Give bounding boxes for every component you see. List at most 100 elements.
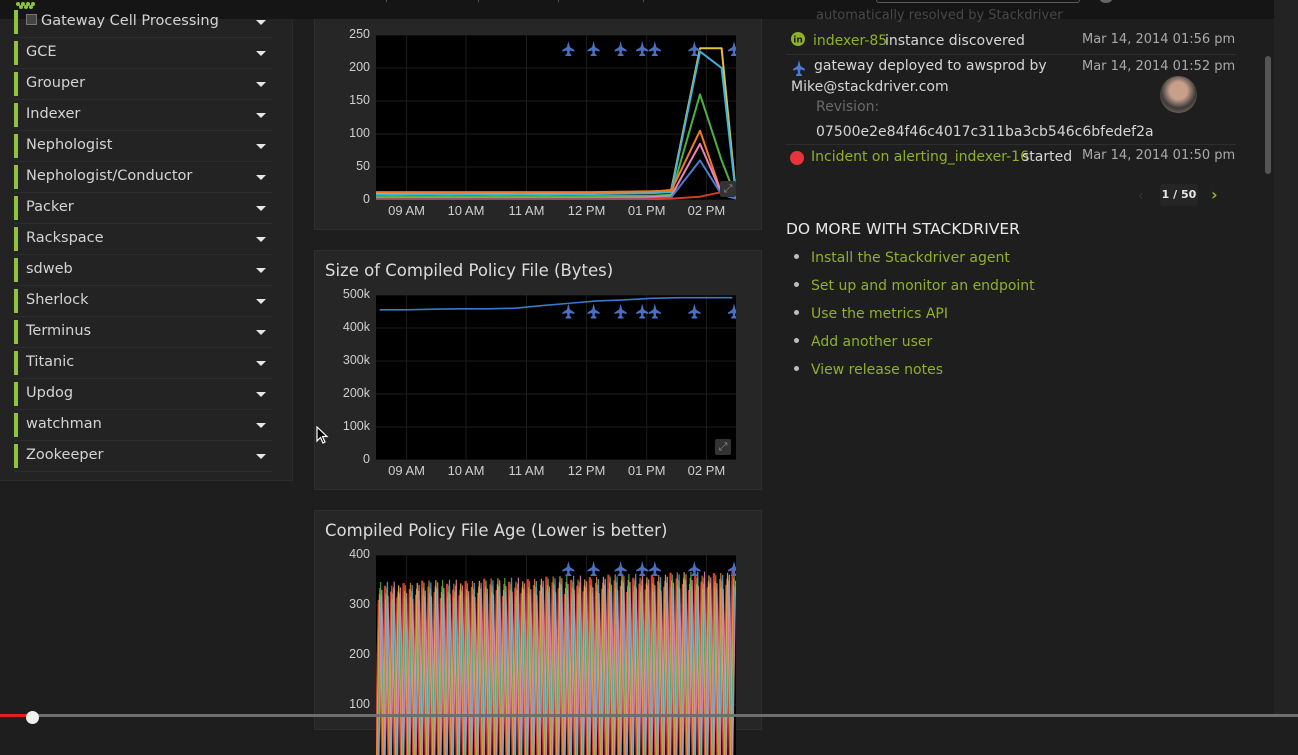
chart-plot-area[interactable] (376, 295, 736, 460)
chevron-down-icon[interactable] (256, 237, 266, 242)
y-axis-tick-label: 300 (349, 597, 370, 611)
x-axis-tick-label: 01 PM (627, 203, 666, 218)
group-status-bar (14, 165, 18, 189)
instance-link[interactable]: indexer-85 (813, 33, 887, 49)
deploy-marker-icon (648, 303, 661, 319)
chevron-down-icon[interactable] (256, 175, 266, 180)
y-axis-tick-label: 100 (349, 126, 370, 140)
chevron-down-icon[interactable] (256, 268, 266, 273)
group-label: Terminus (26, 323, 92, 339)
series-line-s5 (376, 142, 736, 200)
x-axis-tick-label: 01 PM (627, 463, 666, 478)
deploy-marker-icon (614, 561, 627, 576)
chart-plot-area[interactable] (376, 35, 736, 200)
sidebar-group-item[interactable]: Nephologist (14, 131, 272, 162)
sidebar-group-item[interactable]: GCE (14, 38, 272, 69)
expand-chart-icon[interactable]: ⤢ (715, 439, 731, 455)
user-avatar-icon[interactable] (1100, 0, 1112, 3)
x-axis-tick-label: 09 AM (388, 463, 426, 478)
deploy-marker-icon (562, 303, 575, 319)
revision-label: Revision: (816, 99, 880, 115)
group-status-bar (14, 134, 18, 158)
do-more-link[interactable]: Install the Stackdriver agent (794, 250, 1010, 266)
bullet-icon (794, 366, 799, 371)
do-more-link[interactable]: Use the metrics API (794, 306, 948, 322)
sidebar-group-item[interactable]: sdweb (14, 255, 272, 286)
chevron-down-icon[interactable] (256, 361, 266, 366)
y-axis-tick-label: 150 (349, 93, 370, 107)
group-label: Grouper (26, 75, 86, 91)
revision-hash: 07500e2e84f46c4017c311ba3cb546c6bfedef2a (816, 124, 1154, 140)
sidebar-group-item[interactable]: Nephologist/Conductor (14, 162, 272, 193)
sidebar-group-item[interactable]: Titanic (14, 348, 272, 379)
sidebar-group-item[interactable]: Grouper (14, 69, 272, 100)
chevron-down-icon[interactable] (256, 51, 266, 56)
chevron-down-icon[interactable] (256, 113, 266, 118)
chart-svg (376, 35, 736, 200)
event-timestamp: Mar 14, 2014 01:52 pm (1082, 59, 1236, 74)
do-more-link[interactable]: View release notes (794, 362, 943, 378)
deploy-marker-icon (587, 303, 600, 319)
deploy-marker-icon (688, 303, 701, 319)
pager-prev-button[interactable]: ‹ (1138, 188, 1144, 204)
y-axis-tick-label: 200 (349, 60, 370, 74)
sidebar-group-item[interactable]: Gateway Cell Processing (14, 7, 272, 38)
sidebar-group-item[interactable]: Updog (14, 379, 272, 410)
group-status-bar (14, 382, 18, 406)
chevron-down-icon[interactable] (256, 423, 266, 428)
y-axis-tick-label: 250 (349, 27, 370, 41)
chevron-down-icon[interactable] (256, 144, 266, 149)
series-line-s2 (376, 50, 736, 197)
group-label: Nephologist/Conductor (26, 168, 193, 184)
x-axis-tick-label: 09 AM (388, 203, 426, 218)
chart-panel-policy-size: Size of Compiled Policy File (Bytes) ⤢ 5… (314, 250, 762, 490)
event-timestamp: Mar 14, 2014 01:50 pm (1082, 148, 1236, 163)
sidebar-group-item[interactable]: watchman (14, 410, 272, 441)
chevron-down-icon[interactable] (256, 20, 266, 25)
do-more-link[interactable]: Add another user (794, 334, 932, 350)
instance-icon: in (791, 32, 805, 50)
event-scrollbar[interactable] (1265, 56, 1271, 174)
chart-plot-area[interactable] (376, 555, 736, 755)
y-axis-tick-label: 200k (342, 386, 370, 400)
x-axis-tick-label: 12 PM (567, 463, 606, 478)
deploy-marker-icon (614, 41, 627, 56)
pager-count: 1 / 50 (1160, 184, 1198, 206)
incident-link[interactable]: Incident on alerting_indexer-16 (811, 149, 1029, 165)
group-label: watchman (26, 416, 102, 432)
sidebar-group-item[interactable]: Indexer (14, 100, 272, 131)
y-axis-tick-label: 200 (349, 647, 370, 661)
group-status-bar (14, 10, 18, 34)
x-axis-tick-label: 12 PM (567, 203, 606, 218)
do-more-link[interactable]: Set up and monitor an endpoint (794, 278, 1035, 294)
chevron-down-icon[interactable] (256, 206, 266, 211)
x-axis-tick-label: 10 AM (447, 203, 485, 218)
sidebar-group-item[interactable]: Zookeeper (14, 441, 272, 472)
group-label: Sherlock (26, 292, 89, 308)
chevron-down-icon[interactable] (256, 330, 266, 335)
pager-next-button[interactable]: › (1211, 185, 1218, 204)
svg-text:in: in (793, 36, 803, 46)
sidebar-group-item[interactable]: Sherlock (14, 286, 272, 317)
chevron-down-icon[interactable] (256, 392, 266, 397)
sidebar-group-item[interactable]: Packer (14, 193, 272, 224)
nav-divider (643, 0, 644, 2)
sidebar-group-item[interactable]: Rackspace (14, 224, 272, 255)
user-avatar[interactable] (1160, 76, 1197, 113)
chevron-down-icon[interactable] (256, 454, 266, 459)
groups-sidebar: Gateway Cell Processing GCE Grouper Indexer… (0, 10, 293, 481)
sidebar-group-item[interactable]: Terminus (14, 317, 272, 348)
event-partial-text: automatically resolved by Stackdriver (816, 8, 1063, 23)
x-axis-tick-label: 11 AM (508, 203, 545, 218)
y-axis-tick-label: 0 (363, 452, 370, 466)
search-input[interactable] (876, 0, 1080, 3)
deploy-icon (792, 60, 806, 80)
expand-chart-icon[interactable]: ⤢ (720, 181, 736, 197)
group-status-bar (14, 227, 18, 251)
event-timestamp: Mar 14, 2014 01:56 pm (1082, 32, 1236, 47)
chevron-down-icon[interactable] (256, 82, 266, 87)
chart-svg (376, 555, 736, 755)
chevron-down-icon[interactable] (256, 299, 266, 304)
video-scrubber-handle[interactable] (26, 711, 40, 724)
y-axis-tick-label: 400k (342, 320, 370, 334)
